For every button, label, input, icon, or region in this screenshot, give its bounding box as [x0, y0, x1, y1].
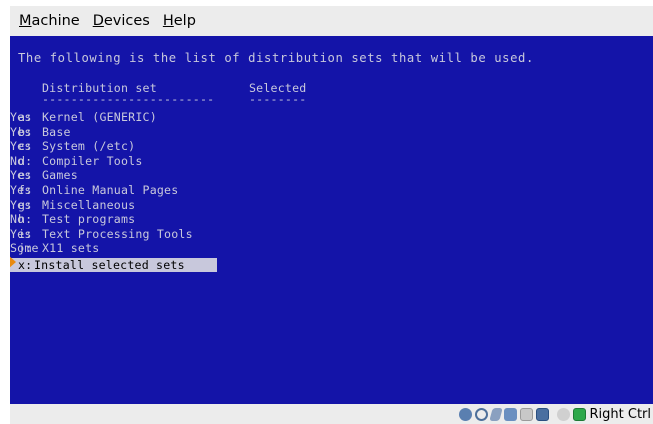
row-name: Games: [42, 168, 78, 183]
mouse-integration-icon[interactable]: [572, 407, 586, 421]
selected-menu-row[interactable]: x: Install selected sets: [10, 258, 217, 272]
row-name: Base: [42, 124, 71, 139]
guest-screen[interactable]: The following is the list of distributio…: [10, 36, 653, 404]
intro-text: The following is the list of distributio…: [18, 51, 534, 65]
status-bar: Right Ctrl: [10, 404, 653, 424]
divider-selected: --------: [249, 92, 307, 106]
row-value: Yes: [10, 110, 32, 124]
menu-devices[interactable]: Devices: [93, 11, 150, 31]
row-value: Yes: [10, 124, 32, 139]
menu-machine-accel: M: [19, 13, 32, 29]
menu-help[interactable]: Help: [163, 11, 196, 31]
display-icon[interactable]: [535, 407, 549, 421]
vm-window: Machine Devices Help The following is th…: [0, 0, 653, 424]
network-icon[interactable]: [503, 407, 517, 421]
selected-row-label: Install selected sets: [34, 258, 185, 272]
row-value: Yes: [10, 197, 32, 212]
recording-icon[interactable]: [556, 407, 570, 421]
menu-help-accel: H: [162, 13, 174, 29]
row-value: No: [10, 212, 25, 227]
row-name: System (/etc): [42, 139, 136, 154]
menu-bar: Machine Devices Help: [10, 6, 653, 36]
row-name: Text Processing Tools: [42, 226, 193, 241]
row-value: Yes: [10, 183, 32, 197]
row-value: Yes: [10, 168, 32, 183]
selected-row-key: x:: [18, 258, 33, 272]
menu-machine[interactable]: Machine: [19, 11, 80, 31]
row-value: No: [10, 153, 25, 168]
hard-disk-icon[interactable]: [458, 407, 472, 421]
menu-devices-accel: D: [92, 13, 104, 29]
usb-icon[interactable]: [488, 407, 503, 421]
row-name: Test programs: [42, 212, 136, 227]
optical-drive-icon[interactable]: [474, 407, 488, 421]
row-name: Online Manual Pages: [42, 183, 179, 197]
divider-distribution-set: ------------------------: [42, 92, 215, 106]
shared-folders-icon[interactable]: [519, 407, 533, 421]
row-name: Kernel (GENERIC): [42, 110, 157, 124]
host-key-label: Right Ctrl: [589, 406, 652, 422]
menu-help-label: elp: [173, 13, 196, 29]
row-value: Yes: [10, 226, 32, 241]
row-value: Yes: [10, 139, 32, 154]
row-name: Miscellaneous: [42, 197, 136, 212]
row-name: Compiler Tools: [42, 153, 143, 168]
row-name: X11 sets: [42, 241, 100, 256]
row-value: Some: [10, 241, 39, 256]
menu-machine-label: achine: [31, 13, 80, 29]
menu-devices-label: evices: [103, 13, 150, 29]
